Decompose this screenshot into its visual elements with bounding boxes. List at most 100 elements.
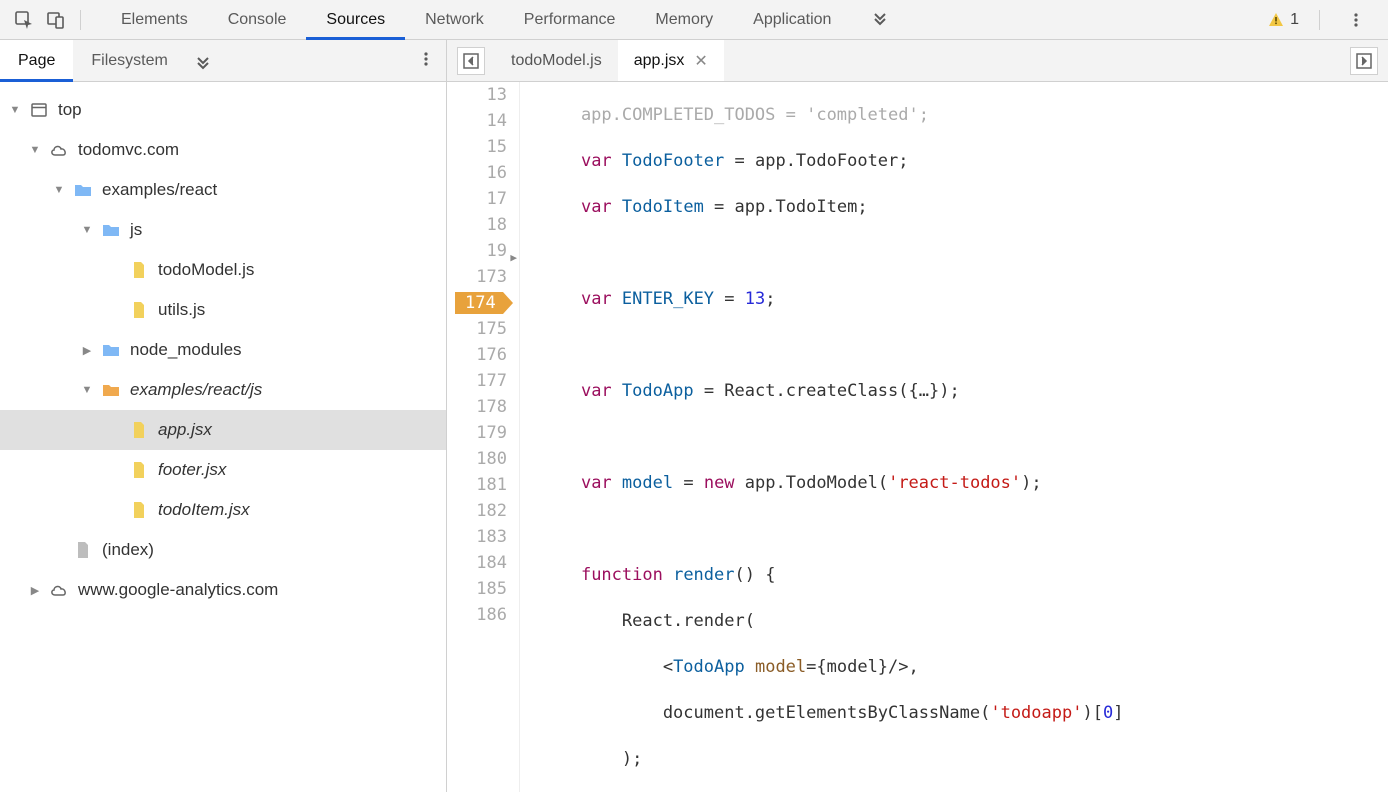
tree-row[interactable]: todoModel.js: [0, 250, 446, 290]
tab-overflow[interactable]: [851, 0, 909, 39]
code-line: [540, 424, 1388, 450]
nav-tab-overflow[interactable]: [194, 52, 212, 70]
devtools-toolbar: Elements Console Sources Network Perform…: [0, 0, 1388, 40]
tree-row[interactable]: utils.js: [0, 290, 446, 330]
device-toggle-icon[interactable]: [40, 4, 72, 36]
tree-label: todoModel.js: [158, 260, 254, 280]
tree-row[interactable]: ▼top: [0, 90, 446, 130]
gutter-line[interactable]: 176: [447, 342, 507, 368]
tab-elements[interactable]: Elements: [101, 0, 208, 39]
gutter-line[interactable]: 13: [447, 82, 507, 108]
gutter-line[interactable]: 178: [447, 394, 507, 420]
gutter-line[interactable]: 19▶: [447, 238, 507, 264]
fold-icon[interactable]: ▶: [510, 245, 517, 271]
code-line: var model = new app.TodoModel('react-tod…: [540, 470, 1388, 496]
code-line: [540, 516, 1388, 542]
gutter[interactable]: 13141516171819▶1731741751761771781791801…: [447, 82, 519, 792]
gutter-line[interactable]: 15: [447, 134, 507, 160]
gutter-line[interactable]: 17: [447, 186, 507, 212]
disclosure-triangle-icon[interactable]: ▶: [28, 584, 42, 597]
editor: todoModel.js app.jsx ✕ 13141516171819▶17…: [447, 40, 1388, 792]
toggle-debugger-icon[interactable]: [1350, 47, 1378, 75]
code[interactable]: app.COMPLETED_TODOS = 'completed'; var T…: [519, 82, 1388, 792]
disclosure-triangle-icon[interactable]: ▼: [80, 224, 94, 236]
tree-label: todomvc.com: [78, 140, 179, 160]
code-line: React.render(: [540, 608, 1388, 634]
tree-row[interactable]: todoItem.jsx: [0, 490, 446, 530]
tab-console[interactable]: Console: [208, 0, 307, 39]
tree-row[interactable]: ▶ www.google-analytics.com: [0, 570, 446, 610]
code-line: var TodoItem = app.TodoItem;: [540, 194, 1388, 220]
tab-sources[interactable]: Sources: [306, 0, 405, 39]
gutter-line[interactable]: 183: [447, 524, 507, 550]
gutter-line[interactable]: 173: [447, 264, 507, 290]
close-icon[interactable]: ✕: [694, 51, 707, 71]
tree-row[interactable]: app.jsx: [0, 410, 446, 450]
gutter-line[interactable]: 182: [447, 498, 507, 524]
tab-application[interactable]: Application: [733, 0, 851, 39]
gutter-line[interactable]: 186: [447, 602, 507, 628]
tree-label: node_modules: [130, 340, 242, 360]
toggle-navigator-icon[interactable]: [457, 47, 485, 75]
file-yellow-icon: [128, 501, 150, 519]
gutter-line[interactable]: 14: [447, 108, 507, 134]
gutter-line[interactable]: 16: [447, 160, 507, 186]
gutter-line[interactable]: 185: [447, 576, 507, 602]
disclosure-triangle-icon[interactable]: ▼: [52, 184, 66, 196]
nav-more-menu-icon[interactable]: [418, 51, 434, 70]
tree-row[interactable]: ▼ todomvc.com: [0, 130, 446, 170]
disclosure-triangle-icon[interactable]: ▼: [28, 144, 42, 156]
tree-label: examples/react/js: [130, 380, 262, 400]
gutter-line[interactable]: 181: [447, 472, 507, 498]
tab-memory[interactable]: Memory: [635, 0, 733, 39]
warning-badge[interactable]: 1: [1268, 11, 1299, 29]
editor-tabs: todoModel.js app.jsx ✕: [447, 40, 1388, 82]
gutter-line[interactable]: 179: [447, 420, 507, 446]
disclosure-triangle-icon[interactable]: ▼: [80, 384, 94, 396]
code-area[interactable]: 13141516171819▶1731741751761771781791801…: [447, 82, 1388, 792]
cloud-icon: [48, 142, 70, 158]
gutter-line[interactable]: 18: [447, 212, 507, 238]
tree-row[interactable]: ▼ examples/react/js: [0, 370, 446, 410]
tree-label: utils.js: [158, 300, 205, 320]
nav-tab-filesystem[interactable]: Filesystem: [73, 40, 185, 81]
editor-tab-todomodel[interactable]: todoModel.js: [495, 40, 618, 81]
tree-row[interactable]: ▶ node_modules: [0, 330, 446, 370]
folder-orange-icon: [100, 382, 122, 398]
separator: [1319, 10, 1320, 30]
tree-label: js: [130, 220, 142, 240]
file-yellow-icon: [128, 421, 150, 439]
gutter-line[interactable]: 175: [447, 316, 507, 342]
inspect-element-icon[interactable]: [8, 4, 40, 36]
navigator-tabs: Page Filesystem: [0, 40, 446, 82]
file-yellow-icon: [128, 261, 150, 279]
file-tree: ▼top▼todomvc.com▼examples/react▼jstodoMo…: [0, 82, 446, 792]
tree-row[interactable]: ▼ js: [0, 210, 446, 250]
tree-row[interactable]: ▼ examples/react: [0, 170, 446, 210]
code-line: <TodoApp model={model}/>,: [540, 654, 1388, 680]
gutter-line[interactable]: 174: [447, 290, 507, 316]
editor-tab-app-jsx[interactable]: app.jsx ✕: [618, 40, 724, 81]
more-menu-icon[interactable]: [1340, 4, 1372, 36]
panel-tabs: Elements Console Sources Network Perform…: [101, 0, 1268, 39]
tree-row[interactable]: (index): [0, 530, 446, 570]
tree-label: todoItem.jsx: [158, 500, 250, 520]
tree-row[interactable]: footer.jsx: [0, 450, 446, 490]
gutter-line[interactable]: 180: [447, 446, 507, 472]
nav-tab-page[interactable]: Page: [0, 40, 73, 81]
tab-performance[interactable]: Performance: [504, 0, 636, 39]
tree-label: examples/react: [102, 180, 217, 200]
tree-label: (index): [102, 540, 154, 560]
gutter-line[interactable]: 184: [447, 550, 507, 576]
tab-network[interactable]: Network: [405, 0, 504, 39]
disclosure-triangle-icon[interactable]: ▶: [80, 344, 94, 357]
disclosure-triangle-icon[interactable]: ▼: [8, 104, 22, 116]
window-icon: [28, 101, 50, 119]
separator: [80, 10, 81, 30]
breakpoint-marker[interactable]: 174: [455, 292, 513, 314]
gutter-line[interactable]: 177: [447, 368, 507, 394]
code-line: app.COMPLETED_TODOS = 'completed';: [540, 102, 1388, 128]
warning-count: 1: [1290, 11, 1299, 29]
tree-label: www.google-analytics.com: [78, 580, 278, 600]
code-line: );: [540, 746, 1388, 772]
